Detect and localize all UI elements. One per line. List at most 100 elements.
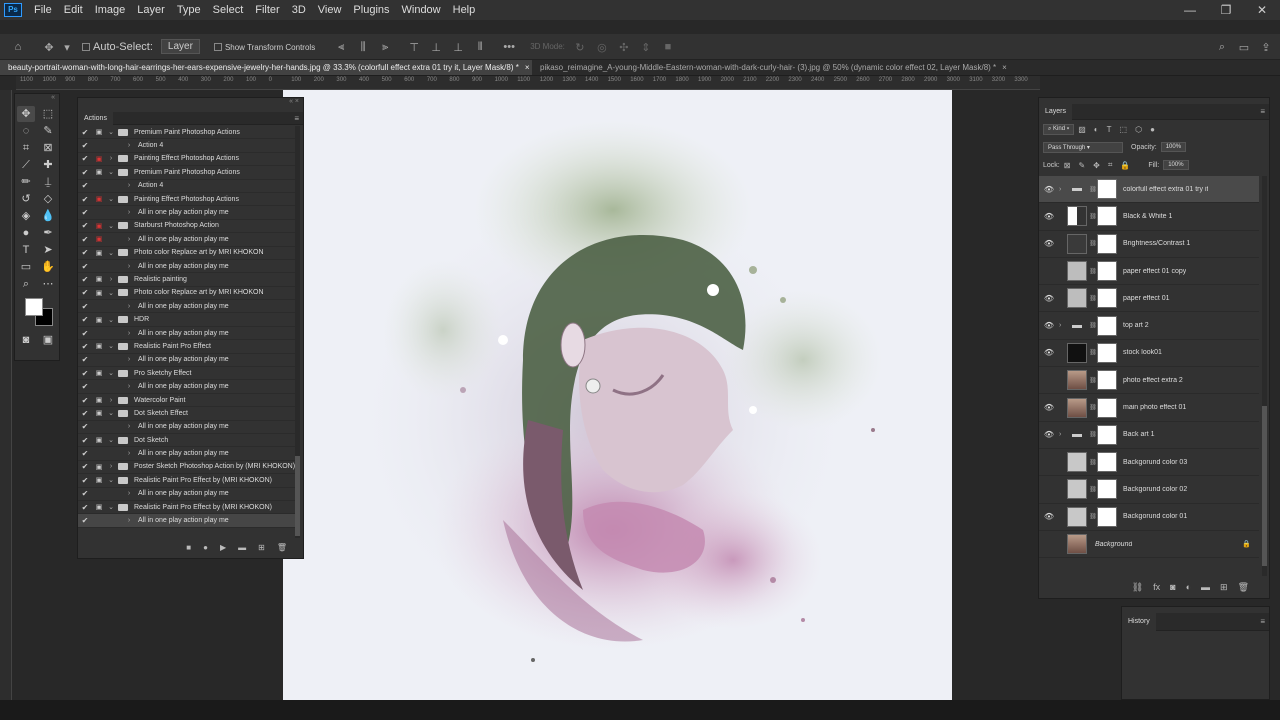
menu-3d[interactable]: 3D <box>286 4 312 16</box>
frame-tool-icon[interactable]: ⊠ <box>39 140 57 156</box>
layer-name[interactable]: photo effect extra 2 <box>1123 377 1183 384</box>
panel-menu-icon[interactable]: ≡ <box>1260 104 1265 120</box>
toggle-item-checkmark-icon[interactable]: ✔ <box>78 208 92 217</box>
path-select-tool-icon[interactable]: ➤ <box>39 242 57 258</box>
show-transform-checkbox[interactable] <box>213 42 222 51</box>
filter-shape-icon[interactable]: ⬚ <box>1120 125 1128 134</box>
align-middle-icon[interactable]: ⊥ <box>428 41 444 54</box>
layer-name[interactable]: Black & White 1 <box>1123 213 1172 220</box>
align-left-icon[interactable]: ⫷ <box>333 41 349 53</box>
menu-help[interactable]: Help <box>447 4 482 16</box>
action-set-row[interactable]: ✔ ▣ ⌄ Dot Sketch <box>78 434 297 448</box>
chevron-right-icon[interactable]: › <box>124 263 134 270</box>
chevron-right-icon[interactable]: › <box>106 276 116 283</box>
chevron-down-icon[interactable]: ⌄ <box>106 369 116 377</box>
workspace-icon[interactable]: ▭ <box>1236 41 1252 54</box>
toggle-item-checkmark-icon[interactable]: ✔ <box>78 516 92 525</box>
action-set-row[interactable]: ✔ ▣ ⌄ HDR <box>78 313 297 327</box>
action-row[interactable]: ✔ › All in one play action play me <box>78 380 297 394</box>
toggle-item-checkmark-icon[interactable]: ✔ <box>78 181 92 190</box>
action-set-row[interactable]: ✔ ▣ › Painting Effect Photoshop Actions <box>78 153 297 167</box>
layer-mask-thumbnail[interactable] <box>1097 452 1117 473</box>
toggle-item-checkmark-icon[interactable]: ✔ <box>78 221 92 230</box>
layer-thumbnail[interactable] <box>1067 479 1087 500</box>
shape-tool-icon[interactable]: ▭ <box>17 259 35 275</box>
action-row[interactable]: ✔ › All in one play action play me <box>78 421 297 434</box>
new-action-icon[interactable]: ⊞ <box>258 543 265 552</box>
toggle-item-checkmark-icon[interactable]: ✔ <box>78 154 92 163</box>
tab-history[interactable]: History <box>1122 613 1156 631</box>
toggle-item-checkmark-icon[interactable]: ✔ <box>78 248 92 257</box>
chevron-down-icon[interactable]: ⌄ <box>106 342 116 350</box>
filter-type-icon[interactable]: T <box>1107 125 1112 134</box>
healing-tool-icon[interactable]: ✚ <box>39 157 57 173</box>
screen-mode-icon[interactable]: ▣ <box>39 332 57 348</box>
toggle-item-checkmark-icon[interactable]: ✔ <box>78 449 92 458</box>
visibility-eye-icon[interactable]: 👁 <box>1039 321 1059 330</box>
action-row[interactable]: ✔ › All in one play action play me <box>78 300 297 314</box>
visibility-eye-icon[interactable]: 👁 <box>1039 294 1059 303</box>
chevron-right-icon[interactable]: › <box>1059 322 1067 329</box>
mask-link-icon[interactable]: ⛓ <box>1089 486 1097 493</box>
toggle-item-checkmark-icon[interactable]: ✔ <box>78 422 92 431</box>
delete-layer-icon[interactable]: 🗑 <box>1238 582 1249 593</box>
action-row[interactable]: ✔ › Action 4 <box>78 139 297 153</box>
search-icon[interactable]: ⌕ <box>1214 41 1230 53</box>
toggle-item-checkmark-icon[interactable]: ✔ <box>78 235 92 244</box>
menu-plugins[interactable]: Plugins <box>347 4 395 16</box>
blend-mode-dropdown[interactable]: Pass Through ▾ <box>1043 141 1123 153</box>
action-row[interactable]: ✔ › All in one play action play me <box>78 327 297 341</box>
action-set-row[interactable]: ✔ ▣ ⌄ Realistic Paint Pro Effect <box>78 340 297 354</box>
layer-name[interactable]: Brightness/Contrast 1 <box>1123 240 1190 247</box>
chevron-down-icon[interactable]: ⌄ <box>106 316 116 324</box>
action-row[interactable]: ✔ › All in one play action play me <box>78 514 297 528</box>
tab-actions[interactable]: Actions <box>78 112 113 125</box>
move-tool-icon[interactable]: ✥ <box>17 106 35 122</box>
chevron-down-icon[interactable]: ⌄ <box>106 128 116 136</box>
chevron-right-icon[interactable]: › <box>124 450 134 457</box>
menu-file[interactable]: File <box>28 4 58 16</box>
lock-position-icon[interactable]: ✥ <box>1093 161 1100 170</box>
layer-name[interactable]: Backgorund color 03 <box>1123 459 1187 466</box>
chevron-right-icon[interactable]: › <box>124 236 134 243</box>
filter-adjustment-icon[interactable]: ◐ <box>1094 125 1099 134</box>
toggle-item-checkmark-icon[interactable]: ✔ <box>78 128 92 137</box>
layer-row[interactable]: 👁 ⛓ Black & White 1 <box>1039 203 1259 231</box>
layer-row[interactable]: ⛓ photo effect extra 2 <box>1039 367 1259 395</box>
toggle-dialog-icon[interactable]: ▣ <box>92 369 106 377</box>
layers-scrollbar[interactable] <box>1262 176 1267 576</box>
chevron-right-icon[interactable]: › <box>124 330 134 337</box>
chevron-down-icon[interactable]: ⌄ <box>106 503 116 511</box>
toggle-dialog-icon[interactable]: ▣ <box>92 235 106 243</box>
toggle-item-checkmark-icon[interactable]: ✔ <box>78 369 92 378</box>
layer-name[interactable]: Back art 1 <box>1123 431 1155 438</box>
new-group-icon[interactable]: ▬ <box>1201 582 1210 592</box>
mask-link-icon[interactable]: ⛓ <box>1089 240 1097 247</box>
layer-mask-thumbnail[interactable] <box>1097 479 1117 500</box>
layer-name[interactable]: Background <box>1095 541 1132 548</box>
tab-document-1[interactable]: beauty-portrait-woman-with-long-hair-ear… <box>0 60 532 75</box>
layer-row[interactable]: 👁 › ▬ ⛓ colorfull effect extra 01 try it <box>1039 176 1259 204</box>
layer-mask-thumbnail[interactable] <box>1097 506 1117 527</box>
visibility-eye-icon[interactable]: 👁 <box>1039 212 1059 221</box>
foreground-color-swatch[interactable] <box>25 298 43 316</box>
menu-window[interactable]: Window <box>396 4 447 16</box>
action-set-row[interactable]: ✔ ▣ › Poster Sketch Photoshop Action by (MR… <box>78 461 297 475</box>
layer-thumbnail[interactable] <box>1067 397 1087 418</box>
collapse-icon[interactable]: « <box>15 94 59 106</box>
toggle-dialog-icon[interactable]: ▣ <box>92 128 106 136</box>
toggle-dialog-icon[interactable]: ▣ <box>92 195 106 203</box>
layer-row[interactable]: 👁 ⛓ paper effect 01 <box>1039 285 1259 313</box>
layer-row[interactable]: ⛓ Backgorund color 03 <box>1039 449 1259 477</box>
chevron-right-icon[interactable]: › <box>124 490 134 497</box>
layer-mask-thumbnail[interactable] <box>1097 261 1117 282</box>
more-options-icon[interactable]: ••• <box>501 41 517 53</box>
action-set-row[interactable]: ✔ ▣ ⌄ Photo color Replace art by MRI KHOKON <box>78 287 297 301</box>
layer-row[interactable]: 👁 ⛓ Brightness/Contrast 1 <box>1039 231 1259 258</box>
folder-icon[interactable]: ▬ <box>1067 179 1087 199</box>
toggle-dialog-icon[interactable]: ▣ <box>92 289 106 297</box>
brush-tool-icon[interactable]: ✏ <box>17 174 35 190</box>
close-tab-icon[interactable]: × <box>525 63 530 72</box>
actions-scrollbar[interactable] <box>295 126 300 538</box>
chevron-down-icon[interactable]: ⌄ <box>106 289 116 297</box>
